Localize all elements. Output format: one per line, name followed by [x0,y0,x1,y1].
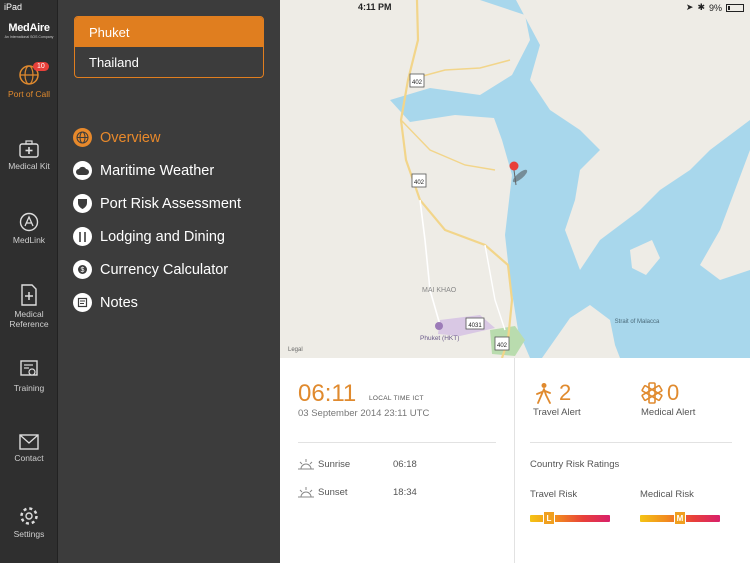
bluetooth-icon: ✱ [697,2,705,12]
medical-risk-marker: M [674,511,686,525]
svg-text:402: 402 [497,343,508,349]
location-selector: Phuket Thailand [74,16,264,78]
sunrise-row: Sunrise 06:18 [298,459,417,470]
menu-item-maritime-weather[interactable]: Maritime Weather [73,161,214,180]
sunset-row: Sunset 18:34 [298,487,417,498]
rail-label: Port of Call [7,89,51,99]
road-shield: 402 [494,336,510,351]
sunrise-time: 06:18 [393,459,417,470]
utensils-icon [73,227,92,246]
sunrise-label: Sunrise [318,459,351,470]
medical-star-icon [641,382,663,404]
rail-item-port-of-call[interactable]: 10 Port of Call [0,62,58,99]
brand-tagline: An International SOS Company [4,35,54,39]
rail-label: Medical Kit [8,161,50,171]
training-icon [20,360,38,376]
rail-label: Medical Reference [9,309,49,329]
map-view[interactable]: 402 402 4031 402 MAI KHAO Phuket (HKT) S… [280,0,750,358]
map-legal-link: Legal [288,347,303,353]
envelope-icon [19,434,39,450]
medical-alert-label: Medical Alert [641,407,696,418]
menu-label: Port Risk Assessment [100,195,242,212]
rail-item-settings[interactable]: Settings [0,506,58,539]
rail-item-training[interactable]: Training [0,360,58,393]
menu-item-currency-calculator[interactable]: $ Currency Calculator [73,260,228,279]
battery-icon [726,3,744,12]
svg-text:402: 402 [412,80,423,86]
medlink-icon [19,212,39,232]
rail-label: Training [13,383,45,393]
document-icon [21,284,37,306]
notification-badge: 10 [33,62,49,71]
travel-risk-label: Travel Risk [530,489,578,500]
status-right: ➤ ✱ 9% [686,2,744,13]
travel-alert-count: 2 [559,380,572,405]
road-shield: 402 [409,73,425,88]
location-selected[interactable]: Phuket [75,17,263,47]
notes-icon [73,293,92,312]
status-bar: iPad 4:11 PM ➤ ✱ 9% [0,0,750,14]
map-canvas: 402 402 4031 402 MAI KHAO Phuket (HKT) S… [280,0,750,358]
menu-item-port-risk-assessment[interactable]: Port Risk Assessment [73,194,241,213]
traveler-icon [536,383,551,404]
clock: 4:11 PM [358,2,392,12]
menu-item-overview[interactable]: Overview [73,128,160,147]
rail-item-medical-reference[interactable]: Medical Reference [0,284,58,329]
svg-text:4031: 4031 [468,323,482,329]
svg-text:402: 402 [414,180,425,186]
utc-datetime: 03 September 2014 23:11 UTC [298,408,430,419]
rail-item-contact[interactable]: Contact [0,434,58,463]
gear-icon [20,507,38,525]
rail-item-medical-kit[interactable]: Medical Kit [0,140,58,171]
location-country[interactable]: Thailand [75,47,263,77]
side-menu: Phuket Thailand Overview Maritime Weathe… [58,0,280,563]
globe-icon [73,128,92,147]
travel-risk-bar [530,515,610,522]
travel-alert-label: Travel Alert [533,407,581,418]
map-airport-label: Phuket (HKT) [420,335,459,342]
road-shield: 402 [411,173,427,188]
rail-label: Settings [13,529,45,539]
rail-item-medlink[interactable]: MedLink [0,212,58,245]
menu-label: Notes [100,294,138,311]
sunset-time: 18:34 [393,487,417,498]
brand-name: MedAire [8,22,50,34]
sunset-label: Sunset [318,487,348,498]
currency-icon: $ [73,260,92,279]
local-time-label: LOCAL TIME ICT [369,395,424,402]
menu-label: Overview [100,129,161,146]
map-town-label: MAI KHAO [422,287,457,294]
map-strait-label: Strait of Malacca [615,319,660,325]
cloud-icon [73,161,92,180]
device-label: iPad [4,2,23,12]
overview-panel: 06:11 LOCAL TIME ICT 03 September 2014 2… [280,358,750,563]
travel-risk-marker: L [543,511,555,525]
menu-label: Currency Calculator [100,261,229,278]
divider [514,358,515,563]
rail-label: MedLink [12,235,46,245]
sunrise-icon [298,459,314,470]
battery-percent: 9% [708,2,722,13]
local-time: 06:11 [298,380,357,407]
risk-ratings-title: Country Risk Ratings [530,459,620,470]
menu-label: Lodging and Dining [100,228,225,245]
airport-icon [435,322,443,330]
shield-icon [73,194,92,213]
svg-text:$: $ [81,267,85,274]
divider [298,442,496,443]
sunset-icon [298,487,314,498]
menu-item-notes[interactable]: Notes [73,293,138,312]
menu-label: Maritime Weather [100,162,215,179]
rail-label: Contact [14,453,44,463]
medical-kit-icon [19,140,39,158]
road-shield: 4031 [465,317,485,330]
medical-risk-label: Medical Risk [640,489,694,500]
divider [530,442,732,443]
location-arrow-icon: ➤ [685,2,694,12]
icon-rail: MedAire An International SOS Company 10 … [0,0,58,563]
logo: MedAire An International SOS Company [4,22,54,39]
menu-item-lodging-dining[interactable]: Lodging and Dining [73,227,225,246]
medical-alert-count: 0 [667,380,680,405]
